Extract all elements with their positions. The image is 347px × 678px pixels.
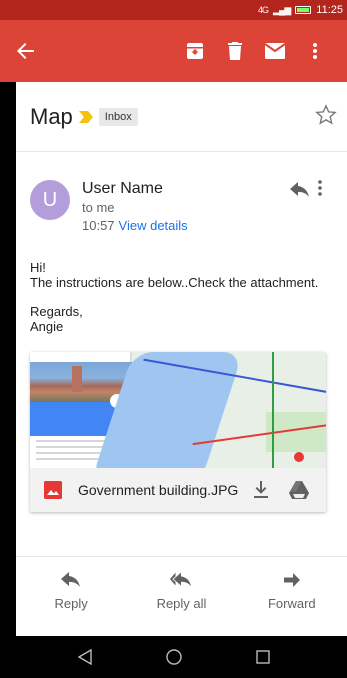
map-pin-icon <box>294 452 304 462</box>
more-vert-icon[interactable] <box>295 31 335 71</box>
nav-recents-icon[interactable] <box>252 646 274 668</box>
importance-icon[interactable] <box>78 110 93 124</box>
avatar[interactable]: U <box>30 180 70 220</box>
reply-label: Reply <box>54 596 88 611</box>
reply-all-label: Reply all <box>156 596 207 611</box>
recipient-text: to me <box>82 200 115 215</box>
view-details-link[interactable]: View details <box>119 218 188 233</box>
battery-icon <box>295 6 312 14</box>
attachment-card[interactable]: Government building.JPG <box>30 352 326 512</box>
body-signature: Angie <box>30 319 64 334</box>
download-icon[interactable] <box>250 479 272 501</box>
forward-icon <box>281 570 303 590</box>
preview-map <box>90 352 326 468</box>
reply-icon <box>60 570 82 590</box>
time-row: 10:57 View details <box>82 218 188 233</box>
forward-label: Forward <box>267 596 316 611</box>
sender-header: U User Name to me 10:57 View details <box>30 176 336 236</box>
back-arrow-icon[interactable] <box>12 37 40 65</box>
reply-icon[interactable] <box>290 182 312 204</box>
status-bar: 4G ▂▄▆ 11:25 <box>0 0 347 20</box>
drive-icon[interactable] <box>288 479 310 501</box>
sender-name: User Name <box>82 180 163 197</box>
app-bar <box>0 20 347 82</box>
inbox-label[interactable]: Inbox <box>98 107 138 126</box>
attachment-file-name[interactable]: Government building.JPG <box>78 482 250 498</box>
nav-back-icon[interactable] <box>74 646 96 668</box>
email-subject: Map <box>30 103 73 129</box>
body-greeting: Hi! <box>30 260 46 275</box>
forward-button[interactable]: Forward <box>237 570 347 630</box>
reply-all-icon <box>170 570 192 590</box>
archive-icon[interactable] <box>175 31 215 71</box>
subject-row: Map Inbox <box>16 82 347 152</box>
attachment-preview[interactable] <box>30 352 326 468</box>
more-vert-icon[interactable] <box>318 180 334 202</box>
reply-all-button[interactable]: Reply all <box>126 570 236 630</box>
divider <box>16 556 347 557</box>
email-time: 10:57 <box>82 218 115 233</box>
reply-actions: Reply Reply all Forward <box>16 570 347 630</box>
system-nav-bar <box>0 636 347 678</box>
delete-icon[interactable] <box>215 31 255 71</box>
signal-indicator: 4G <box>258 5 269 15</box>
star-icon[interactable] <box>315 104 337 126</box>
email-body: Hi! The instructions are below..Check th… <box>30 260 336 334</box>
body-closing: Regards, <box>30 304 83 319</box>
mail-icon[interactable] <box>255 31 295 71</box>
nav-home-icon[interactable] <box>163 646 185 668</box>
body-line: The instructions are below..Check the at… <box>30 275 319 290</box>
email-content: Map Inbox U User Name to me 10:57 View de… <box>16 82 347 636</box>
signal-bars-icon: ▂▄▆ <box>273 4 291 15</box>
attachment-bar: Government building.JPG <box>30 468 326 512</box>
reply-button[interactable]: Reply <box>16 570 126 630</box>
image-icon <box>44 481 62 499</box>
clock: 11:25 <box>316 4 343 16</box>
